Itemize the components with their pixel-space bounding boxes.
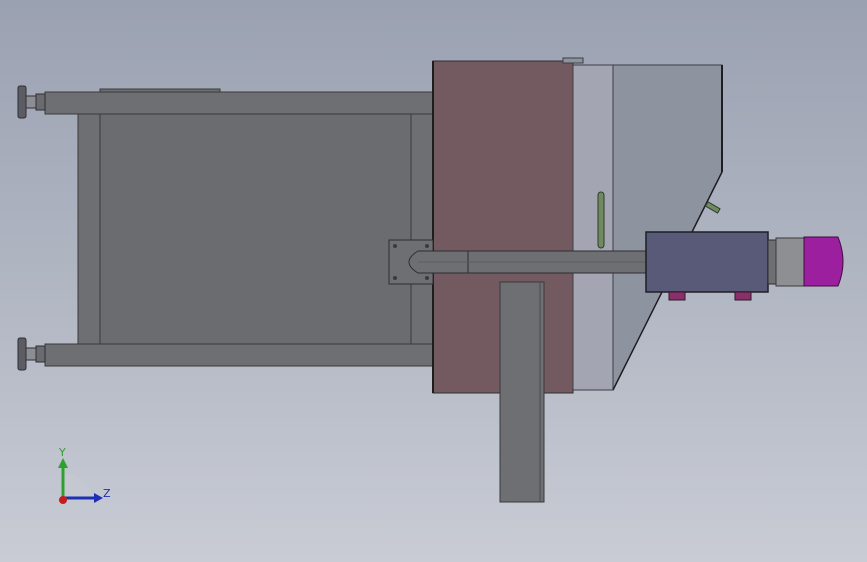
motor-mount-pad-right[interactable] xyxy=(734,291,752,301)
feed-pipe[interactable] xyxy=(408,250,651,274)
leveling-foot-bottom[interactable] xyxy=(17,337,46,371)
frame-right-post[interactable] xyxy=(410,113,434,345)
motor-ring[interactable] xyxy=(767,237,805,287)
hopper-glass-body[interactable] xyxy=(562,57,723,391)
motor-mount-pad-left[interactable] xyxy=(668,291,686,301)
y-axis-label: Y xyxy=(58,446,66,459)
frame-bottom-rail[interactable] xyxy=(44,343,436,367)
x-axis-dot xyxy=(59,496,67,504)
motor-housing[interactable] xyxy=(645,231,769,293)
frame-top-plate xyxy=(99,88,221,93)
leveling-foot-top[interactable] xyxy=(17,85,46,119)
motor-end-cap[interactable] xyxy=(803,236,844,287)
frame-inner-panel[interactable] xyxy=(99,113,412,345)
orientation-triad: Y Z xyxy=(58,446,111,504)
model-viewport[interactable]: Y Z xyxy=(0,0,867,562)
z-axis-label: Z xyxy=(103,487,111,500)
hopper-handle[interactable] xyxy=(597,191,605,249)
angled-bolt[interactable] xyxy=(704,201,721,214)
frame-left-post[interactable] xyxy=(77,113,101,345)
cad-model-scene[interactable]: Y Z xyxy=(0,0,867,562)
frame-top-rail[interactable] xyxy=(44,91,436,115)
discharge-chute[interactable] xyxy=(499,281,545,503)
frame-assembly[interactable] xyxy=(44,88,436,367)
